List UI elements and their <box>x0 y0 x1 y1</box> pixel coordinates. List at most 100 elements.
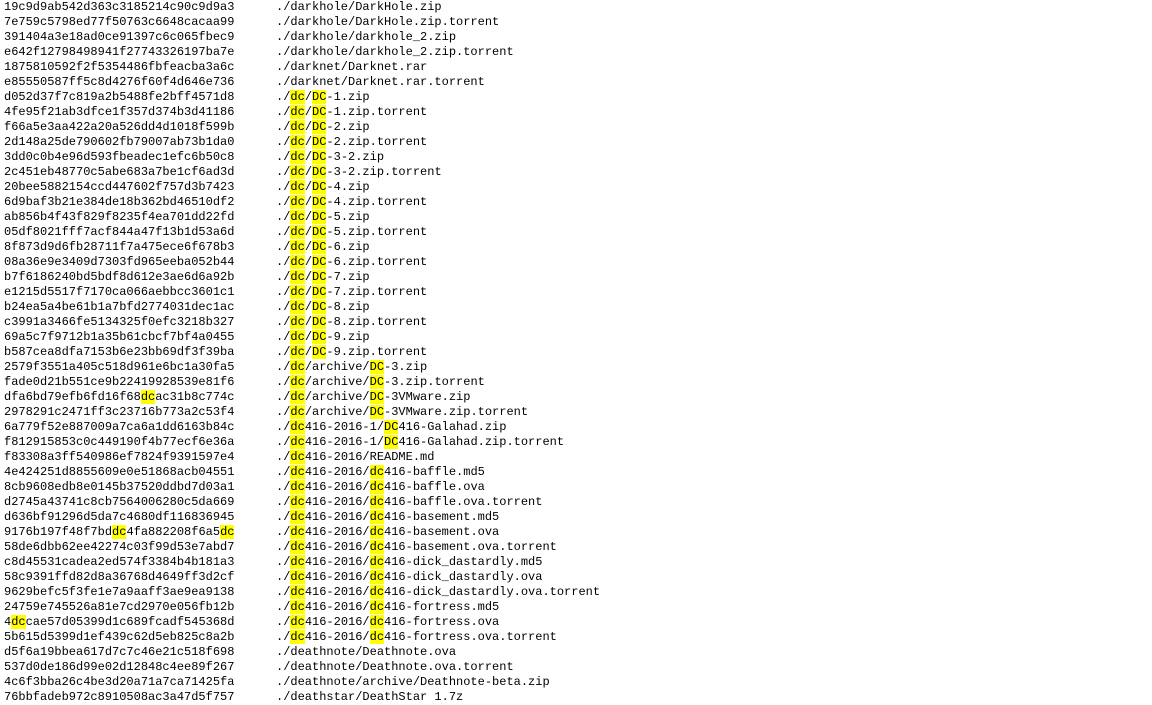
highlight-match: dc <box>370 495 384 509</box>
highlight-match: dc <box>370 615 384 629</box>
highlight-match: dc <box>370 540 384 554</box>
file-path: ./dc/DC-6.zip <box>262 240 370 255</box>
highlight-match: dc <box>370 510 384 524</box>
file-path: ./deathnote/Deathnote.ova <box>262 645 456 660</box>
output-line: 8f873d9d6fb28711f7a475ece6f678b3./dc/DC-… <box>0 240 1152 255</box>
file-path: ./dc416-2016/dc416-dick_dastardly.md5 <box>262 555 542 570</box>
highlight-match: DC <box>312 120 326 134</box>
highlight-match: dc <box>290 510 304 524</box>
file-path: ./dc416-2016/dc416-fortress.md5 <box>262 600 499 615</box>
highlight-match: DC <box>312 255 326 269</box>
file-path: ./dc/DC-1.zip <box>262 90 370 105</box>
file-hash: 08a36e9e3409d7303fd965eeba052b44 <box>0 255 262 270</box>
highlight-match: dc <box>290 600 304 614</box>
output-line: 537d0de186d99e02d12848c4ee89f267./deathn… <box>0 660 1152 675</box>
output-line: d5f6a19bbea617d7c7c46e21c518f698./deathn… <box>0 645 1152 660</box>
highlight-match: DC <box>370 390 384 404</box>
output-line: ab856b4f43f829f8235f4ea701dd22fd./dc/DC-… <box>0 210 1152 225</box>
file-hash: fade0d21b551ce9b22419928539e81f6 <box>0 375 262 390</box>
output-line: 24759e745526a81e7cd2970e056fb12b./dc416-… <box>0 600 1152 615</box>
file-hash: 19c9d9ab542d363c3185214c90c9d9a3 <box>0 0 262 15</box>
output-line: 69a5c7f9712b1a35b61cbcf7bf4a0455./dc/DC-… <box>0 330 1152 345</box>
file-hash: 58c9391ffd82d8a36768d4649ff3d2cf <box>0 570 262 585</box>
highlight-match: dc <box>290 495 304 509</box>
output-line: 58de6dbb62ee42274c03f99d53e7abd7./dc416-… <box>0 540 1152 555</box>
highlight-match: dc <box>290 165 304 179</box>
highlight-match: dc <box>290 210 304 224</box>
highlight-match: dc <box>370 585 384 599</box>
file-path: ./dc/archive/DC-3VMware.zip.torrent <box>262 405 528 420</box>
file-path: ./darkhole/darkhole_2.zip <box>262 30 456 45</box>
output-line: 08a36e9e3409d7303fd965eeba052b44./dc/DC-… <box>0 255 1152 270</box>
highlight-match: DC <box>370 405 384 419</box>
output-line: 2c451eb48770c5abe683a7be1cf6ad3d./dc/DC-… <box>0 165 1152 180</box>
file-path: ./dc/DC-4.zip <box>262 180 370 195</box>
file-path: ./darkhole/darkhole_2.zip.torrent <box>262 45 514 60</box>
output-line: 58c9391ffd82d8a36768d4649ff3d2cf./dc416-… <box>0 570 1152 585</box>
highlight-match: dc <box>11 615 25 629</box>
file-path: ./dc/DC-5.zip <box>262 210 370 225</box>
file-path: ./dc416-2016/dc416-dick_dastardly.ova.to… <box>262 585 600 600</box>
output-line: c8d45531cadea2ed574f3384b4b181a3./dc416-… <box>0 555 1152 570</box>
file-path: ./dc/DC-2.zip <box>262 120 370 135</box>
highlight-match: DC <box>312 210 326 224</box>
output-line: 2978291c2471ff3c23716b773a2c53f4./dc/arc… <box>0 405 1152 420</box>
file-path: ./deathnote/archive/Deathnote-beta.zip <box>262 675 550 690</box>
file-path: ./dc416-2016-1/DC416-Galahad.zip <box>262 420 506 435</box>
output-line: 4c6f3bba26c4be3d20a71a7ca71425fa./deathn… <box>0 675 1152 690</box>
file-path: ./darkhole/DarkHole.zip <box>262 0 442 15</box>
file-hash: d5f6a19bbea617d7c7c46e21c518f698 <box>0 645 262 660</box>
output-line: dfa6bd79efb6fd16f68dcac31b8c774c./dc/arc… <box>0 390 1152 405</box>
file-hash: 9176b197f48f7bddc4fa882208f6a5dc <box>0 525 262 540</box>
output-line: d636bf91296d5da7c4680df116836945./dc416-… <box>0 510 1152 525</box>
output-line: 8cb9608edb8e0145b37520ddbd7d03a1./dc416-… <box>0 480 1152 495</box>
highlight-match: dc <box>290 195 304 209</box>
file-path: ./dc416-2016/dc416-baffle.md5 <box>262 465 485 480</box>
output-line: b7f6186240bd5bdf8d612e3ae6d6a92b./dc/DC-… <box>0 270 1152 285</box>
file-path: ./deathstar/DeathStar 1.7z <box>262 690 463 705</box>
file-hash: f83308a3ff540986ef7824f9391597e4 <box>0 450 262 465</box>
highlight-match: dc <box>290 630 304 644</box>
file-hash: 391404a3e18ad0ce91397c6c065fbec9 <box>0 30 262 45</box>
file-hash: 2978291c2471ff3c23716b773a2c53f4 <box>0 405 262 420</box>
file-path: ./dc416-2016-1/DC416-Galahad.zip.torrent <box>262 435 564 450</box>
highlight-match: DC <box>312 240 326 254</box>
file-path: ./dc/DC-9.zip.torrent <box>262 345 427 360</box>
file-hash: dfa6bd79efb6fd16f68dcac31b8c774c <box>0 390 262 405</box>
file-path: ./dc/DC-5.zip.torrent <box>262 225 427 240</box>
file-hash: c3991a3466fe5134325f0efc3218b327 <box>0 315 262 330</box>
highlight-match: dc <box>290 405 304 419</box>
output-line: 76bbfadeb972c8910508ac3a47d5f757./deaths… <box>0 690 1152 705</box>
highlight-match: dc <box>290 585 304 599</box>
highlight-match: dc <box>290 240 304 254</box>
highlight-match: DC <box>312 150 326 164</box>
file-path: ./dc/DC-4.zip.torrent <box>262 195 427 210</box>
file-path: ./dc416-2016/dc416-basement.md5 <box>262 510 499 525</box>
output-line: 2579f3551a405c518d961e6bc1a30fa5./dc/arc… <box>0 360 1152 375</box>
highlight-match: dc <box>290 435 304 449</box>
output-line: 2d148a25de790602fb79007ab73b1da0./dc/DC-… <box>0 135 1152 150</box>
file-path: ./dc/archive/DC-3.zip.torrent <box>262 375 485 390</box>
file-hash: 537d0de186d99e02d12848c4ee89f267 <box>0 660 262 675</box>
output-line: 5b615d5399d1ef439c62d5eb825c8a2b./dc416-… <box>0 630 1152 645</box>
highlight-match: dc <box>290 225 304 239</box>
highlight-match: dc <box>290 150 304 164</box>
highlight-match: dc <box>290 135 304 149</box>
highlight-match: dc <box>290 300 304 314</box>
file-hash: 20bee5882154ccd447602f757d3b7423 <box>0 180 262 195</box>
file-hash: f812915853c0c449190f4b77ecf6e36a <box>0 435 262 450</box>
highlight-match: DC <box>312 300 326 314</box>
file-path: ./dc/archive/DC-3.zip <box>262 360 427 375</box>
file-hash: ab856b4f43f829f8235f4ea701dd22fd <box>0 210 262 225</box>
highlight-match: dc <box>220 525 234 539</box>
file-path: ./dc/DC-7.zip.torrent <box>262 285 427 300</box>
file-path: ./dc416-2016/dc416-basement.ova.torrent <box>262 540 557 555</box>
output-line: f83308a3ff540986ef7824f9391597e4./dc416-… <box>0 450 1152 465</box>
highlight-match: dc <box>370 465 384 479</box>
file-hash: 8cb9608edb8e0145b37520ddbd7d03a1 <box>0 480 262 495</box>
output-line: 9176b197f48f7bddc4fa882208f6a5dc./dc416-… <box>0 525 1152 540</box>
file-hash: b587cea8dfa7153b6e23bb69df3f39ba <box>0 345 262 360</box>
highlight-match: DC <box>312 225 326 239</box>
file-path: ./dc416-2016/README.md <box>262 450 434 465</box>
output-line: e642f12798498941f27743326197ba7e./darkho… <box>0 45 1152 60</box>
